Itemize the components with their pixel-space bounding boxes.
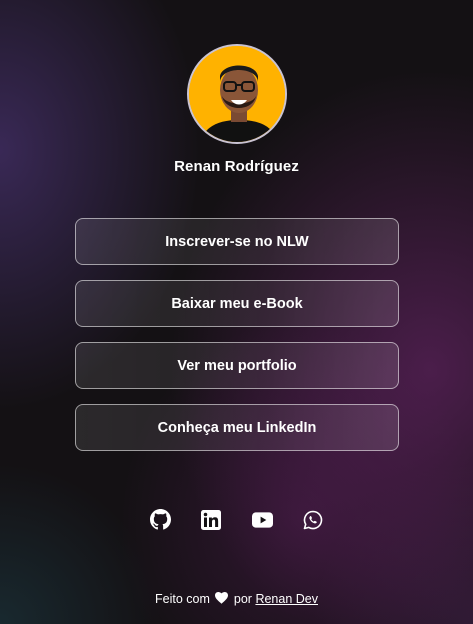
links-list: Inscrever-se no NLW Baixar meu e-Book Ve… xyxy=(75,218,399,466)
footer-by: por xyxy=(233,592,252,606)
list-item: Inscrever-se no NLW xyxy=(75,218,399,265)
profile: Renan Rodríguez xyxy=(0,44,473,176)
youtube-icon[interactable] xyxy=(251,509,273,530)
link-nlw-button[interactable]: Inscrever-se no NLW xyxy=(75,218,399,265)
link-ebook-button[interactable]: Baixar meu e-Book xyxy=(75,280,399,327)
footer-author-link[interactable]: Renan Dev xyxy=(255,592,318,606)
list-item: Conheça meu LinkedIn xyxy=(75,404,399,451)
avatar xyxy=(186,44,287,144)
link-portfolio-button[interactable]: Ver meu portfolio xyxy=(75,342,399,389)
whatsapp-icon[interactable] xyxy=(303,509,324,530)
github-icon[interactable] xyxy=(149,509,171,530)
profile-name: Renan Rodríguez xyxy=(174,158,299,175)
footer: Feito com por Renan Dev xyxy=(0,591,473,608)
link-linkedin-button[interactable]: Conheça meu LinkedIn xyxy=(75,404,399,451)
list-item: Baixar meu e-Book xyxy=(75,280,399,327)
heart-icon xyxy=(215,592,229,608)
list-item: Ver meu portfolio xyxy=(75,342,399,389)
social-links xyxy=(0,509,473,530)
linkedin-icon[interactable] xyxy=(201,509,222,530)
footer-prefix: Feito com xyxy=(155,592,210,606)
avatar-photo xyxy=(188,46,285,142)
